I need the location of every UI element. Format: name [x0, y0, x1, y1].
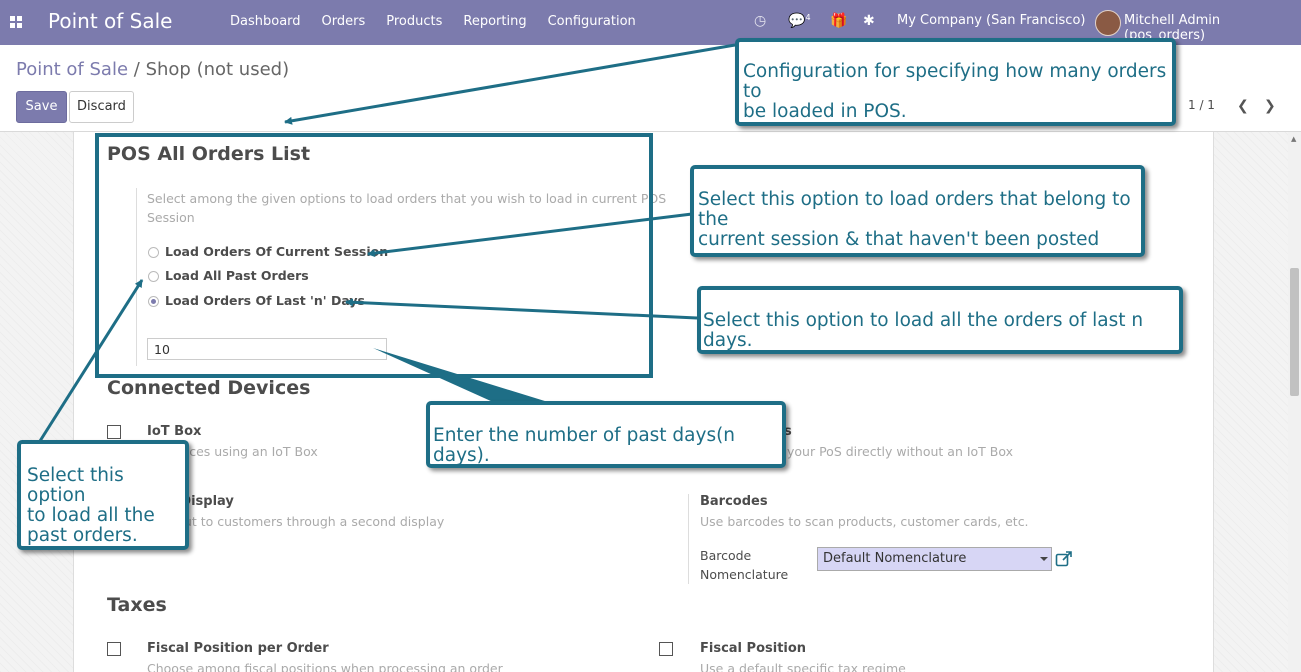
fiscal-position-per-order-checkbox[interactable]: [107, 642, 121, 656]
direct-devices-hint: s to your PoS directly without an IoT Bo…: [760, 444, 1014, 459]
breadcrumb-parent[interactable]: Point of Sale: [16, 59, 128, 80]
callout-current-session-note: Select this option to load orders that b…: [690, 165, 1145, 257]
iot-box-title: IoT Box: [147, 424, 202, 439]
breadcrumb: Point of Sale / Shop (not used): [16, 59, 289, 80]
customer-display-hint: heckout to customers through a second di…: [147, 514, 445, 529]
pager-previous-icon[interactable]: ❮: [1237, 98, 1249, 114]
menu-products[interactable]: Products: [386, 14, 442, 29]
section-title-taxes: Taxes: [107, 594, 167, 616]
breadcrumb-current: Shop (not used): [145, 59, 290, 80]
scroll-up-arrow-icon[interactable]: ▲: [1291, 135, 1296, 143]
main-menu: Dashboard Orders Products Reporting Configur…: [230, 14, 657, 29]
barcode-nomenclature-select[interactable]: Default Nomenclature: [817, 547, 1052, 571]
fiscal-position-per-order-title: Fiscal Position per Order: [147, 641, 329, 656]
save-button[interactable]: Save: [16, 91, 67, 123]
pager-next-icon[interactable]: ❯: [1264, 98, 1276, 114]
discard-button[interactable]: Discard: [69, 91, 134, 123]
callout-past-orders-line1: Select this option: [27, 465, 124, 506]
barcode-nomenclature-label-2: Nomenclature: [700, 567, 789, 582]
barcodes-divider: [688, 494, 689, 584]
fiscal-position-title: Fiscal Position: [700, 641, 807, 656]
external-link-icon[interactable]: [1055, 550, 1073, 568]
menu-reporting[interactable]: Reporting: [463, 14, 526, 29]
menu-orders[interactable]: Orders: [322, 14, 366, 29]
callout-current-session-line2: current session & that haven't been post…: [698, 229, 1100, 250]
gift-icon[interactable]: 🎁: [830, 13, 847, 29]
chevron-down-icon: [1040, 557, 1048, 561]
apps-grid-icon[interactable]: [10, 16, 23, 29]
callout-past-orders-line2: to load all the: [27, 505, 155, 526]
company-switcher[interactable]: My Company (San Francisco): [897, 13, 1085, 28]
callout-past-orders-line3: past orders.: [27, 525, 138, 546]
callout-config-note: Configuration for specifying how many or…: [735, 38, 1176, 126]
messages-icon[interactable]: 💬4: [788, 13, 811, 29]
callout-last-n-days-note: Select this option to load all the order…: [697, 286, 1183, 354]
fiscal-position-checkbox[interactable]: [659, 642, 673, 656]
activity-clock-icon[interactable]: ◷: [754, 13, 766, 29]
fiscal-position-hint: Use a default specific tax regime: [700, 661, 906, 672]
menu-dashboard[interactable]: Dashboard: [230, 14, 301, 29]
fiscal-position-per-order-hint: Choose among fiscal positions when proce…: [147, 661, 503, 672]
barcodes-title: Barcodes: [700, 494, 768, 509]
app-brand[interactable]: Point of Sale: [48, 9, 172, 33]
highlight-frame-pos-orders: [95, 133, 653, 378]
callout-config-line2: be loaded in POS.: [743, 101, 907, 122]
pager-value[interactable]: 1 / 1: [1188, 98, 1215, 112]
page-scrollbar[interactable]: ▲: [1288, 132, 1301, 672]
callout-config-line1: Configuration for specifying how many or…: [743, 61, 1167, 102]
debug-bug-icon[interactable]: ✱: [863, 13, 875, 29]
section-title-connected-devices: Connected Devices: [107, 377, 311, 399]
callout-past-orders-note: Select this option to load all the past …: [17, 440, 189, 550]
message-count-badge: 4: [805, 13, 811, 22]
barcode-nomenclature-value: Default Nomenclature: [823, 551, 967, 566]
breadcrumb-separator: /: [133, 59, 140, 80]
menu-configuration[interactable]: Configuration: [548, 14, 636, 29]
barcode-nomenclature-label-1: Barcode: [700, 548, 752, 563]
scrollbar-thumb[interactable]: [1290, 268, 1299, 396]
callout-days-input-note: Enter the number of past days(n days).: [426, 401, 786, 468]
callout-current-session-line1: Select this option to load orders that b…: [698, 189, 1131, 230]
user-avatar[interactable]: [1095, 10, 1121, 36]
iot-box-checkbox[interactable]: [107, 425, 121, 439]
barcodes-hint: Use barcodes to scan products, customer …: [700, 514, 1029, 529]
